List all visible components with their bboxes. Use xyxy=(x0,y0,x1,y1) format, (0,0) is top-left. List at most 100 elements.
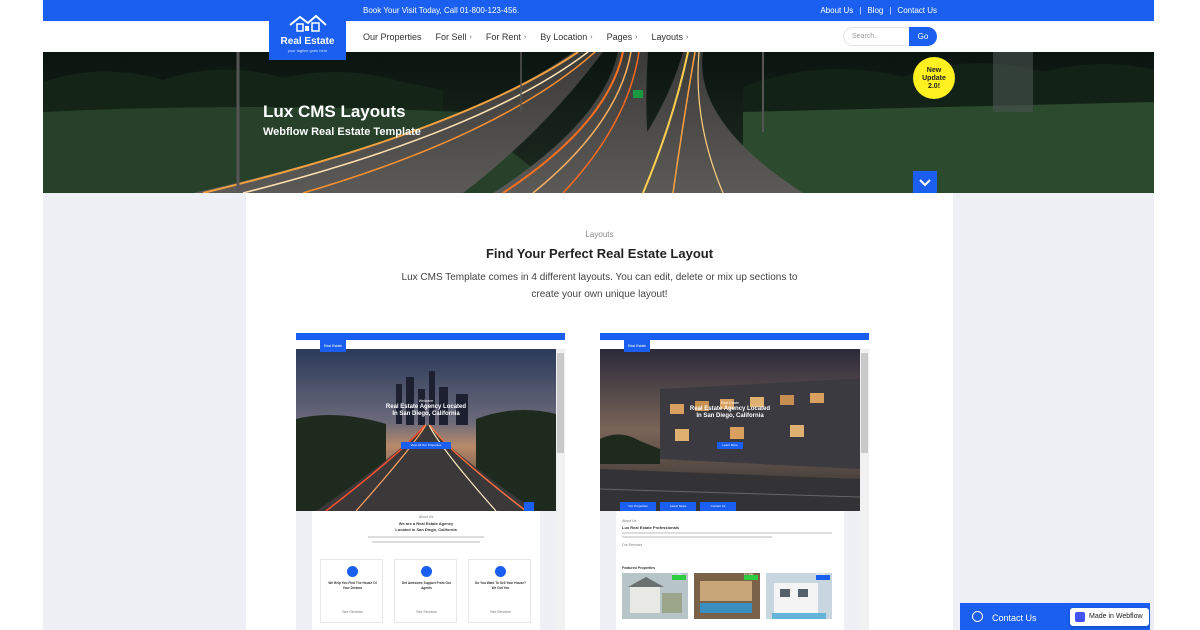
preview-text-line xyxy=(372,541,480,543)
preview-logo: Real Estate xyxy=(320,333,346,352)
chevron-right-icon: › xyxy=(635,33,638,41)
hero-title: Lux CMS Layouts xyxy=(263,102,406,121)
section-heading: Find Your Perfect Real Estate Layout xyxy=(485,246,714,261)
nav-item-label: By Location xyxy=(540,32,588,42)
nav-item-label: For Sell xyxy=(435,32,467,42)
preview-body: About Us Lux Real Estate Professionals O… xyxy=(616,511,844,630)
sell-icon xyxy=(495,566,506,577)
scroll-down-button[interactable] xyxy=(913,171,937,193)
search-input[interactable]: Search.. xyxy=(843,27,909,46)
house-icon xyxy=(289,14,327,32)
preview-text-line xyxy=(622,536,772,538)
logo-tagline: your tagline goes here xyxy=(287,48,328,53)
card-title: Your Dreams xyxy=(342,586,363,590)
preview-hero-eyebrow: Welcome xyxy=(418,399,434,403)
hero-subtitle: Webflow Real Estate Template xyxy=(263,126,421,138)
preview-featured-title: Featured Properties xyxy=(622,566,656,570)
card-title: Do You Want To Sell Your House? xyxy=(475,581,526,585)
webflow-icon xyxy=(1075,612,1085,622)
top-bar: Book Your Visit Today, Call 01-800-123-4… xyxy=(43,0,1154,21)
preview-services-link: Our Services xyxy=(622,543,643,547)
preview-about-title-line2: Located in San Diego, California xyxy=(395,527,457,532)
preview-view-properties-button: View All Our Properties xyxy=(401,442,451,449)
top-link-contact[interactable]: Contact Us xyxy=(897,6,937,15)
preview-tab-news: Latest News xyxy=(660,502,696,511)
preview-about-title-line1: We are a Real Estate Agency xyxy=(398,521,454,526)
nav-item-our-properties[interactable]: Our Properties xyxy=(363,32,422,42)
preview-scroll-thumb xyxy=(861,353,868,453)
preview-feature-card: Get Awesome Support From Our Agents See … xyxy=(394,559,457,623)
preview-logo: Real Estate xyxy=(624,333,650,352)
nav-item-label: For Rent xyxy=(485,32,521,42)
made-in-webflow-badge[interactable]: Made in Webflow xyxy=(1070,608,1149,626)
preview-scroll-thumb xyxy=(557,353,564,453)
hero-banner: Lux CMS Layouts Webflow Real Estate Temp… xyxy=(43,52,1154,193)
search-button[interactable]: Go xyxy=(909,27,937,46)
contact-us-label: Contact Us xyxy=(992,613,1037,623)
preview-text-line xyxy=(368,536,484,538)
logo[interactable]: Real Estate your tagline goes here xyxy=(269,0,346,60)
preview-body: About Us We are a Real Estate Agency Loc… xyxy=(312,511,540,630)
preview-text-line xyxy=(622,532,832,534)
nav-item-pages[interactable]: Pages › xyxy=(607,32,638,42)
made-in-webflow-label: Made in Webflow xyxy=(1089,613,1143,620)
top-link-separator: | xyxy=(859,6,862,15)
layouts-section: Layouts Find Your Perfect Real Estate La… xyxy=(246,193,953,630)
sale-badge: For Sale xyxy=(816,573,826,576)
preview-hero: Real Estate Real Estate Agency Located I… xyxy=(600,349,860,511)
preview-hero-title-line2: In San Diego, California xyxy=(696,413,764,419)
card-title: Agents xyxy=(421,586,432,590)
preview-about-eyebrow: About Us xyxy=(622,519,637,523)
badge-line: 2.0! xyxy=(927,83,941,90)
logo-text: Real Estate xyxy=(280,36,335,47)
section-description: Lux CMS Template comes in 4 different la… xyxy=(401,272,798,300)
card-title: We Help You Find The House Of xyxy=(328,581,377,585)
preview-hero-eyebrow: Real Estate xyxy=(720,401,740,405)
nav-item-label: Our Properties xyxy=(363,32,422,42)
preview-tab-properties: Our Properties xyxy=(620,502,656,511)
layout-preview-2[interactable]: Real Estate Real Estate Real Estate Agen… xyxy=(600,333,869,630)
home-icon xyxy=(347,566,358,577)
preview-about-title: Lux Real Estate Professionals xyxy=(622,525,680,530)
chevron-right-icon: › xyxy=(469,33,472,41)
preview-feature-card: We Help You Find The House Of Your Dream… xyxy=(320,559,383,623)
preview-hero-title-line1: Real Estate Agency Located xyxy=(385,404,467,410)
nav-item-for-sell[interactable]: For Sell › xyxy=(436,32,472,42)
section-eyebrow: Layouts xyxy=(585,230,614,239)
city-highway-image xyxy=(296,349,556,511)
preview-about-eyebrow: About Us xyxy=(418,515,434,519)
main-nav: Our Properties For Sell › For Rent › By Lo… xyxy=(43,21,1154,52)
badge-line: Update xyxy=(922,75,946,82)
support-icon xyxy=(421,566,432,577)
nav-item-for-rent[interactable]: For Rent › xyxy=(486,32,526,42)
nav-item-label: Layouts xyxy=(651,32,684,42)
card-title: Get Awesome Support From Our xyxy=(401,581,452,585)
preview-hero: Welcome Real Estate Agency Located In Sa… xyxy=(296,349,556,511)
highway-night-image xyxy=(43,52,1154,193)
card-link: See Services xyxy=(416,610,437,614)
chevron-right-icon: › xyxy=(686,33,689,41)
badge-line: New xyxy=(926,67,942,74)
nav-item-by-location[interactable]: By Location › xyxy=(540,32,592,42)
page: Book Your Visit Today, Call 01-800-123-4… xyxy=(43,0,1154,630)
chevron-right-icon: › xyxy=(590,33,593,41)
preview-hero-title-line2: In San Diego, California xyxy=(392,411,460,417)
layout-preview-1[interactable]: Real Estate Welcome Real Estate Agency L… xyxy=(296,333,565,630)
new-update-badge: New Update 2.0! xyxy=(913,57,955,99)
card-title: We Got You xyxy=(491,586,510,590)
top-links: About Us | Blog | Contact Us xyxy=(820,6,937,15)
chevron-down-icon xyxy=(919,179,931,187)
top-link-blog[interactable]: Blog xyxy=(867,6,883,15)
nav-item-layouts[interactable]: Layouts › xyxy=(652,32,689,42)
sale-badge: For Sale xyxy=(744,573,754,576)
preview-hero-title-line1: Real Estate Agency Located xyxy=(689,406,771,412)
chat-icon xyxy=(972,611,983,622)
card-link: See Services xyxy=(490,610,511,614)
property-thumbnails xyxy=(622,573,832,619)
nav-menu: Our Properties For Sell › For Rent › By Lo… xyxy=(363,32,702,42)
preview-learn-more-button: Learn More xyxy=(717,442,743,449)
top-link-about[interactable]: About Us xyxy=(820,6,853,15)
preview-feature-card: Do You Want To Sell Your House? We Got Y… xyxy=(468,559,531,623)
card-link: See Services xyxy=(342,610,363,614)
promo-text: Book Your Visit Today, Call 01-800-123-4… xyxy=(363,6,520,15)
